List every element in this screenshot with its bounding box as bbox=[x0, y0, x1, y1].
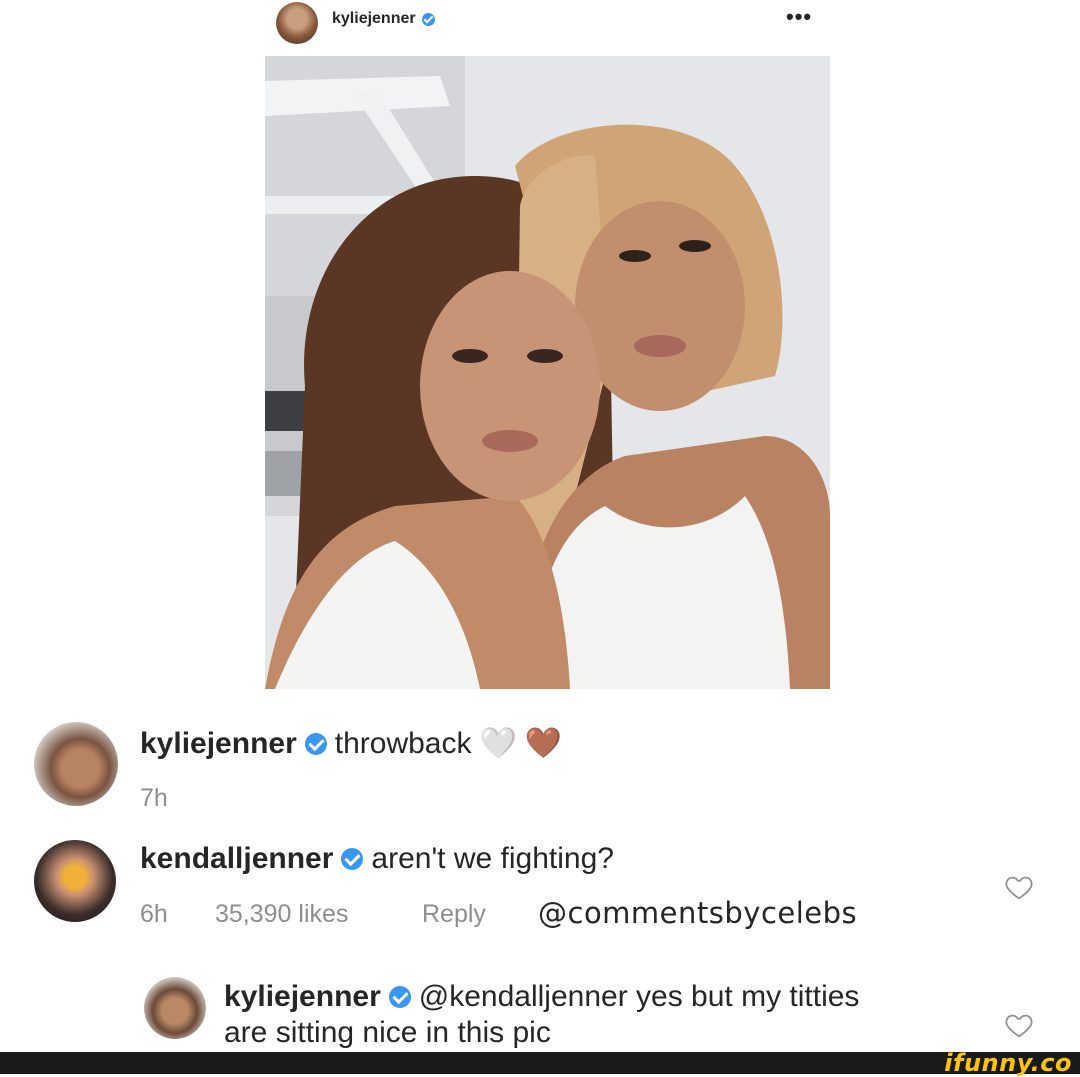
comment-text: aren't we fighting? bbox=[371, 842, 614, 875]
reply-avatar[interactable] bbox=[144, 977, 206, 1039]
comment-avatar[interactable] bbox=[34, 722, 118, 806]
post-author[interactable]: kyliejenner bbox=[332, 10, 435, 28]
post-author-username[interactable]: kyliejenner bbox=[332, 10, 416, 28]
comment-text: throwback bbox=[334, 726, 472, 760]
comment-time: 6h bbox=[140, 900, 168, 928]
comment-time: 7h bbox=[140, 784, 168, 812]
like-heart-icon[interactable] bbox=[1004, 872, 1034, 902]
post-author-avatar[interactable] bbox=[276, 2, 318, 44]
verified-icon bbox=[304, 732, 327, 755]
comment-1: kyliejenner throwback 🤍 🤎 bbox=[140, 726, 562, 761]
comment-likes[interactable]: 35,390 likes bbox=[215, 900, 348, 929]
comment-2: kendalljenner aren't we fighting? bbox=[140, 842, 614, 876]
reply-comment-cont: are sitting nice in this pic bbox=[224, 1016, 551, 1050]
like-heart-icon[interactable] bbox=[1004, 1010, 1034, 1040]
comment-username[interactable]: kyliejenner bbox=[224, 980, 381, 1014]
brown-heart-icon: 🤎 bbox=[524, 727, 563, 760]
comment-avatar[interactable] bbox=[34, 840, 116, 922]
post-photo[interactable] bbox=[265, 56, 830, 689]
verified-icon bbox=[388, 986, 411, 1008]
reply-button[interactable]: Reply bbox=[422, 900, 486, 929]
more-options-button[interactable]: ••• bbox=[786, 4, 812, 30]
footer-bar bbox=[0, 1052, 1080, 1074]
reply-comment: kyliejenner @kendalljenner yes but my ti… bbox=[224, 980, 859, 1014]
verified-icon bbox=[421, 12, 435, 26]
comment-text-line2: are sitting nice in this pic bbox=[224, 1016, 551, 1049]
comment-username[interactable]: kendalljenner bbox=[140, 842, 333, 876]
watermark-text: @commentsbycelebs bbox=[538, 896, 858, 930]
verified-icon bbox=[341, 848, 364, 870]
comment-username[interactable]: kyliejenner bbox=[140, 727, 297, 761]
photo-illustration bbox=[265, 56, 830, 689]
comment-text-line1: @kendalljenner yes but my titties bbox=[418, 980, 860, 1013]
white-heart-icon: 🤍 bbox=[479, 727, 517, 760]
ifunny-watermark: ifunny.co bbox=[944, 1049, 1072, 1077]
